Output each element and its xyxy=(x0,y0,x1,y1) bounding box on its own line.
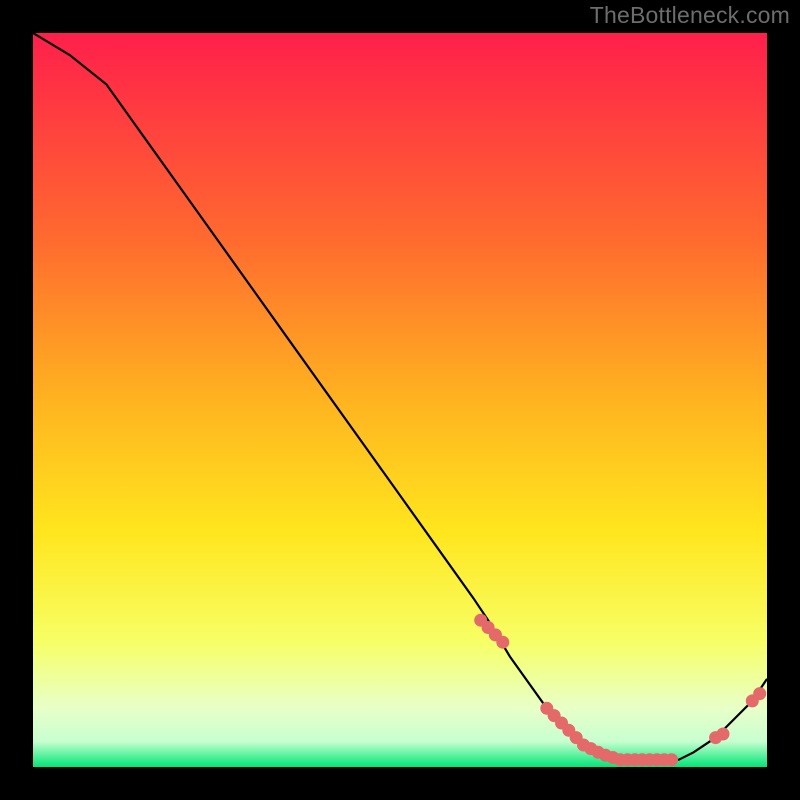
marker-dot xyxy=(496,636,509,649)
plot-area xyxy=(33,33,767,767)
marker-dot xyxy=(753,687,766,700)
gradient-background xyxy=(33,33,767,767)
marker-dot xyxy=(717,728,730,741)
marker-dot xyxy=(665,753,678,766)
chart-svg xyxy=(33,33,767,767)
chart-frame: TheBottleneck.com xyxy=(0,0,800,800)
watermark-text: TheBottleneck.com xyxy=(590,2,790,29)
